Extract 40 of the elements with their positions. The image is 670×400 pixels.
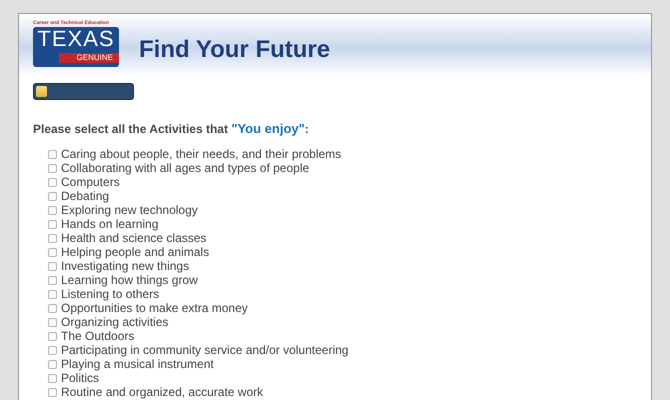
- logo-subword: GENUINE: [59, 53, 119, 63]
- checkbox[interactable]: [48, 374, 57, 382]
- logo-wordmark: TEXAS: [36, 27, 116, 51]
- activity-label[interactable]: Organizing activities: [61, 315, 168, 329]
- activity-label[interactable]: Opportunities to make extra money: [61, 301, 248, 315]
- checkbox[interactable]: [48, 220, 57, 228]
- activity-label[interactable]: Investigating new things: [61, 259, 190, 273]
- activity-label[interactable]: The Outdoors: [61, 329, 134, 343]
- activity-label[interactable]: Listening to others: [61, 287, 160, 301]
- activity-label[interactable]: Learning how things grow: [61, 273, 198, 287]
- checkbox[interactable]: [48, 206, 57, 214]
- activity-label[interactable]: Debating: [61, 189, 110, 203]
- activity-label[interactable]: Playing a musical instrument: [61, 357, 214, 371]
- question-text: Please select all the Activities that "You enjoy":: [33, 122, 310, 136]
- checkbox[interactable]: [48, 192, 57, 200]
- checkbox[interactable]: [48, 150, 57, 158]
- checkbox[interactable]: [48, 318, 57, 326]
- checkbox[interactable]: [48, 248, 57, 256]
- activity-label[interactable]: Collaborating with all ages and types of people: [61, 161, 310, 175]
- checkbox[interactable]: [48, 360, 57, 368]
- checkbox[interactable]: [48, 164, 57, 172]
- checkbox[interactable]: [48, 388, 57, 396]
- activity-label[interactable]: Hands on learning: [61, 217, 158, 231]
- checkbox[interactable]: [48, 276, 57, 284]
- checkbox[interactable]: [48, 304, 57, 312]
- activity-label[interactable]: Helping people and animals: [61, 245, 210, 259]
- checkbox[interactable]: [48, 178, 57, 186]
- activity-label[interactable]: Health and science classes: [61, 231, 206, 245]
- activity-label[interactable]: Routine and organized, accurate work: [61, 385, 264, 399]
- checkbox[interactable]: [48, 290, 57, 298]
- activity-label[interactable]: Caring about people, their needs, and their problems: [61, 147, 342, 161]
- activity-label[interactable]: Computers: [61, 175, 120, 189]
- activity-label[interactable]: Participating in community service and/or volunteering: [61, 343, 348, 357]
- checkbox[interactable]: [48, 332, 57, 340]
- checkbox[interactable]: [48, 234, 57, 242]
- checkbox[interactable]: [48, 346, 57, 354]
- page-title: Find Your Future: [139, 35, 330, 65]
- activity-label[interactable]: Politics: [61, 371, 100, 385]
- activity-label[interactable]: Exploring new technology: [61, 203, 198, 217]
- checkbox[interactable]: [48, 262, 57, 270]
